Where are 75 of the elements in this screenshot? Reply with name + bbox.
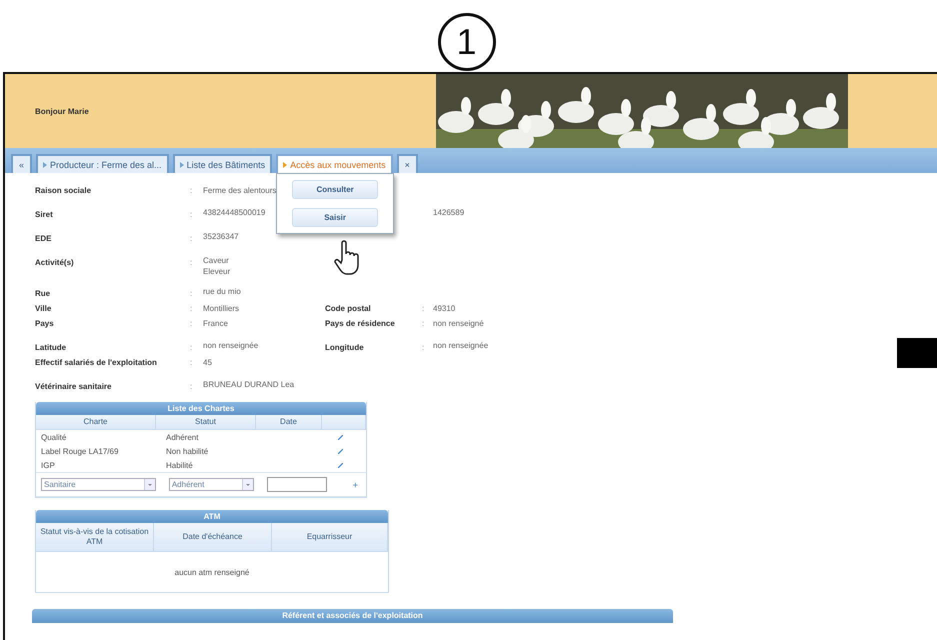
field-value: BRUNEAU DURAND Lea <box>203 379 296 391</box>
greeting: Bonjour Marie <box>34 106 90 118</box>
menu-button[interactable]: Consulter <box>292 180 378 199</box>
field-label: Rue <box>35 288 52 300</box>
colon: : <box>190 233 194 245</box>
colon: : <box>190 257 194 269</box>
field-value: 43824448500019 <box>203 207 266 219</box>
tab[interactable]: Accès aux mouvements <box>276 154 393 173</box>
column-header: Statut vis-à-vis de la cotisation ATM <box>36 523 154 551</box>
table-cell-text: Adhérent <box>166 432 200 442</box>
column-header: Statut <box>156 415 256 429</box>
nav-tab[interactable]: « <box>11 154 32 173</box>
field-label: Effectif salariés de l'exploitation <box>35 357 158 369</box>
colon: : <box>422 318 426 330</box>
column-header: Date <box>256 415 322 429</box>
edit-icon[interactable] <box>338 448 343 454</box>
field-label: Raison sociale <box>35 185 92 197</box>
charte-select[interactable]: Sanitaire <box>41 478 156 491</box>
tab-icon <box>180 162 184 168</box>
tab[interactable]: Liste des Bâtiments <box>172 154 272 173</box>
table-cell-text: Qualité <box>41 432 68 442</box>
field-value: non renseigné <box>433 318 485 330</box>
field-label: Vétérinaire sanitaire <box>35 381 112 393</box>
date-field[interactable] <box>266 477 327 492</box>
tab[interactable]: Producteur : Ferme des al... <box>36 154 169 173</box>
field-label: Longitude <box>325 342 365 354</box>
table-title: ATM <box>36 510 388 523</box>
field-value: 49310 <box>433 303 456 315</box>
table-title: Liste des Chartes <box>36 402 366 415</box>
table-cell-text: Habilité <box>166 460 194 470</box>
field-value: rue du mio <box>203 286 242 298</box>
field-label: EDE <box>35 233 52 245</box>
field-label: Pays de résidence <box>325 318 396 330</box>
field-value: 35236347 <box>203 231 240 243</box>
tab-icon <box>283 162 288 168</box>
colon: : <box>190 318 194 330</box>
empty-message: aucun atm renseigné <box>174 568 250 576</box>
field-value: Caveur Eleveur <box>203 255 232 277</box>
edit-icon[interactable] <box>338 434 343 440</box>
nav-tab[interactable]: × <box>396 154 418 173</box>
colon: : <box>190 185 194 197</box>
field-value: France <box>203 318 229 330</box>
field-value: 1426589 <box>433 207 466 219</box>
column-header: Date d'échéance <box>154 523 272 551</box>
field-label: Activité(s) <box>35 257 75 269</box>
redaction-block <box>897 338 937 368</box>
field-label: Ville <box>35 303 52 315</box>
column-header: Equarrisseur <box>272 523 388 551</box>
menu-button[interactable]: Saisir <box>292 208 378 227</box>
field-label: Latitude <box>35 342 68 354</box>
field-label: Siret <box>35 209 54 221</box>
field-value: 45 <box>203 357 213 369</box>
column-header: Charte <box>36 415 156 429</box>
colon: : <box>190 288 194 300</box>
field-label: Code postal <box>325 303 372 315</box>
table-cell-text: IGP <box>41 460 56 470</box>
colon: : <box>190 303 194 315</box>
field-label: Pays <box>35 318 55 330</box>
field-value: non renseignée <box>203 340 260 352</box>
table-cell-text: Label Rouge LA17/69 <box>41 446 120 456</box>
statut-select[interactable]: Adhérent <box>168 478 254 491</box>
colon: : <box>422 303 426 315</box>
colon: : <box>190 357 194 369</box>
table-cell-text: Non habilité <box>166 446 210 456</box>
edit-icon[interactable] <box>338 462 343 468</box>
tab-icon <box>43 162 48 168</box>
section-bar: Référent et associés de l'exploitation <box>32 609 673 623</box>
colon: : <box>190 342 194 354</box>
field-value: non renseignée <box>433 340 490 352</box>
colon: : <box>190 381 194 393</box>
colon: : <box>422 342 426 354</box>
add-button[interactable]: + <box>350 480 361 490</box>
field-value: Montilliers <box>203 303 240 315</box>
colon: : <box>190 209 194 221</box>
step-number: 1 <box>438 13 496 71</box>
